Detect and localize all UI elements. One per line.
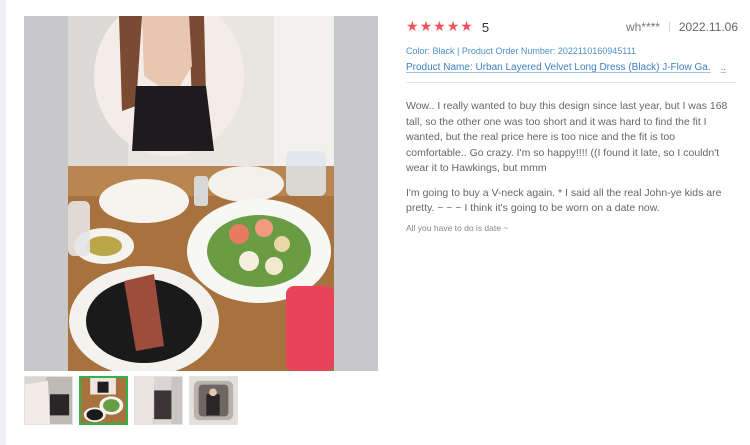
review-panel: ★ ★ ★ ★ ★ 5 wh**** | 2022.11.06 Color: Black…	[406, 17, 738, 234]
thumbnail-2-active[interactable]	[79, 376, 128, 425]
star-icon: ★	[419, 19, 433, 35]
review-date: 2022.11.06	[678, 20, 738, 34]
review-meta: wh**** | 2022.11.06	[626, 20, 738, 34]
rating-stars: ★ ★ ★ ★ ★	[406, 20, 473, 34]
thumbnail-1-image	[25, 377, 72, 424]
star-icon: ★	[406, 19, 419, 35]
product-name[interactable]: Product Name: Urban Layered Velvet Long …	[406, 62, 711, 73]
page-left-strip	[0, 0, 6, 445]
product-name-more: ..	[720, 62, 727, 73]
thumbnail-2-image	[81, 378, 126, 423]
thumbnail-1[interactable]	[24, 376, 73, 425]
review-body: Wow.. I really wanted to buy this design…	[406, 99, 734, 234]
order-info: Color: Black | Product Order Number: 202…	[406, 46, 636, 56]
rating-value: 5	[481, 19, 490, 35]
review-paragraph-1: Wow.. I really wanted to buy this design…	[406, 100, 728, 174]
reviewer-name: wh****	[625, 20, 660, 34]
review-paragraph-2: I'm going to buy a V-neck again. * I sai…	[406, 186, 722, 215]
thumbnail-4-image	[190, 377, 237, 424]
review-photo-illustration	[24, 16, 378, 371]
thumbnail-3-image	[135, 377, 182, 424]
review-header: ★ ★ ★ ★ ★ 5 wh**** | 2022.11.06	[406, 17, 738, 37]
star-icon: ★	[433, 19, 446, 35]
thumbnail-3[interactable]	[134, 376, 183, 425]
star-icon: ★	[446, 19, 460, 35]
thumbnail-strip	[24, 376, 238, 425]
product-name-link[interactable]: Product Name: Urban Layered Velvet Long …	[406, 62, 738, 73]
review-main-photo[interactable]	[24, 16, 378, 371]
review-divider	[406, 82, 736, 83]
thumbnail-4[interactable]	[189, 376, 238, 425]
star-icon: ★	[460, 19, 473, 35]
review-footnote: All you have to do is date ~	[406, 222, 509, 233]
meta-divider: |	[667, 21, 671, 33]
